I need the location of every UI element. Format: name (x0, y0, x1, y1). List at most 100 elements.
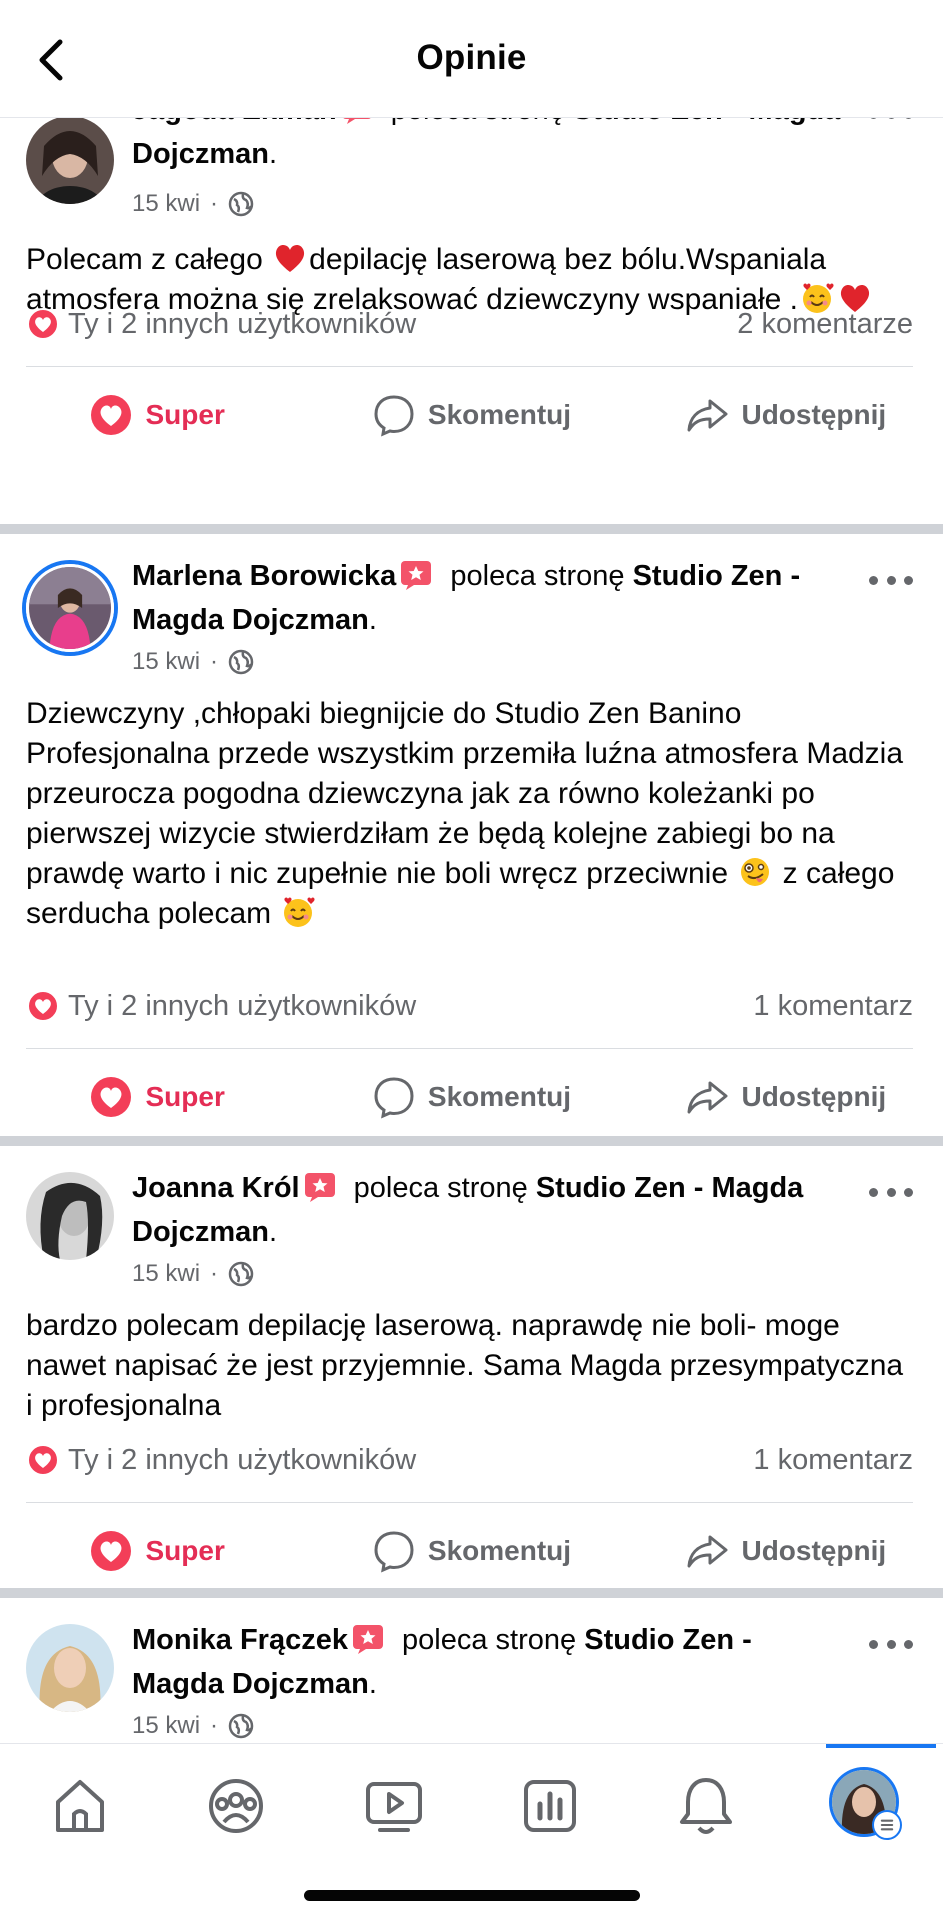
post-text-part: Polecam z całego (26, 243, 263, 276)
avatar[interactable] (26, 1624, 114, 1712)
comment-count[interactable]: 1 komentarz (753, 990, 913, 1023)
nav-insights[interactable] (518, 1774, 582, 1838)
love-reaction-icon (91, 1531, 132, 1571)
meta-dot: · (210, 648, 219, 675)
comment-label: Skomentuj (427, 399, 572, 430)
review-post: Monika Frączek poleca stronę Studio Zen … (0, 1598, 943, 1748)
profile-menu-avatar[interactable] (832, 1770, 902, 1840)
love-reaction-icon (91, 395, 132, 435)
recommend-badge-icon (401, 561, 432, 590)
share-arrow-icon (687, 1535, 728, 1568)
share-label: Udostępnij (741, 1535, 887, 1566)
post-date[interactable]: 15 kwi (132, 190, 200, 218)
page-name-link[interactable]: Studio Zen - (536, 1172, 704, 1204)
meta-dot: · (210, 1260, 219, 1287)
recommend-verb: poleca stronę (450, 560, 625, 592)
more-options-button[interactable] (869, 1182, 913, 1202)
video-icon (366, 1782, 422, 1832)
red-heart-emoji-icon (276, 244, 305, 272)
super-reaction-button[interactable]: Super (0, 1075, 314, 1119)
globe-icon (228, 1713, 254, 1739)
share-arrow-icon (687, 399, 728, 432)
post-meta: 15 kwi · (132, 1260, 254, 1288)
reactions-text: Ty i 2 innych użytkowników (68, 989, 417, 1022)
recommend-verb: poleca stronę (353, 1172, 528, 1204)
page-name-link[interactable]: Studio (584, 1624, 674, 1656)
author-name[interactable]: Joanna Król (132, 1172, 300, 1204)
divider (26, 1502, 913, 1503)
post-date[interactable]: 15 kwi (132, 1260, 200, 1288)
reaction-summary[interactable]: Ty i 2 innych użytkowników (26, 989, 416, 1023)
recommend-verb: poleca stronę (402, 1624, 577, 1656)
globe-icon (228, 1261, 254, 1287)
comment-count[interactable]: 2 komentarze (737, 308, 913, 341)
post-text-part: bardzo polecam depilację laserową. napra… (26, 1309, 904, 1422)
share-arrow-icon (687, 1081, 728, 1114)
comment-label: Skomentuj (427, 1535, 572, 1566)
more-options-button[interactable] (869, 1634, 913, 1654)
recommend-badge-icon (352, 1625, 383, 1654)
share-button[interactable]: Udostępnij (629, 1529, 943, 1573)
nav-notifications[interactable] (674, 1774, 738, 1838)
comment-button[interactable]: Skomentuj (314, 393, 628, 437)
post-separator (0, 524, 943, 534)
comment-bubble-icon (374, 1077, 414, 1119)
author-name[interactable]: Marlena Borowicka (132, 560, 396, 592)
post-header: Marlena Borowicka poleca stronę Studio Z… (132, 560, 801, 636)
post-meta: 15 kwi · (132, 1712, 254, 1740)
post-separator (0, 1588, 943, 1598)
share-button[interactable]: Udostępnij (629, 1075, 943, 1119)
review-post: Marlena Borowicka poleca stronę Studio Z… (0, 534, 943, 1140)
super-reaction-button[interactable]: Super (0, 1529, 314, 1573)
share-button[interactable]: Udostępnij (629, 393, 943, 437)
avatar[interactable] (26, 1172, 114, 1260)
super-label: Super (145, 399, 225, 430)
author-name[interactable]: Monika Frączek (132, 1624, 348, 1656)
post-separator (0, 1136, 943, 1146)
nav-groups[interactable] (204, 1774, 268, 1838)
post-text: bardzo polecam depilację laserową. napra… (26, 1306, 913, 1426)
review-post: Jagoda Ekman poleca stronę Studio Zen - … (0, 90, 943, 528)
reaction-summary[interactable]: Ty i 2 innych użytkowników (26, 1443, 416, 1477)
app-screen: Jagoda Ekman poleca stronę Studio Zen - … (0, 0, 943, 1917)
reactions-text: Ty i 2 innych użytkowników (68, 1443, 417, 1476)
post-date[interactable]: 15 kwi (132, 648, 200, 676)
avatar[interactable] (26, 564, 114, 652)
comment-button[interactable]: Skomentuj (314, 1075, 628, 1119)
reactions-bar: Ty i 2 innych użytkowników 1 komentarz (26, 1440, 913, 1480)
divider (26, 366, 913, 367)
super-label: Super (145, 1535, 225, 1566)
menu-icon (872, 1810, 902, 1840)
meta-dot: · (210, 190, 219, 217)
comment-count[interactable]: 1 komentarz (753, 1444, 913, 1477)
insights-icon (524, 1780, 576, 1832)
more-options-button[interactable] (869, 570, 913, 590)
post-text: Dziewczyny ,chłopaki biegnijcie do Studi… (26, 694, 913, 934)
review-post: Joanna Król poleca stronę Studio Zen - M… (0, 1146, 943, 1586)
divider (26, 1048, 913, 1049)
post-header: Monika Frączek poleca stronę Studio Zen … (132, 1624, 752, 1700)
comment-button[interactable]: Skomentuj (314, 1529, 628, 1573)
love-reaction-icon (27, 308, 59, 340)
comment-label: Skomentuj (427, 1081, 572, 1112)
reactions-bar: Ty i 2 innych użytkowników 1 komentarz (26, 986, 913, 1026)
home-icon (56, 1780, 104, 1832)
top-bar: Opinie (0, 0, 943, 118)
home-indicator (304, 1890, 640, 1901)
post-header: Joanna Król poleca stronę Studio Zen - M… (132, 1172, 804, 1248)
love-reaction-icon (91, 1077, 132, 1117)
reaction-summary[interactable]: Ty i 2 innych użytkowników (26, 307, 416, 341)
super-reaction-button[interactable]: Super (0, 393, 314, 437)
page-title: Opinie (416, 38, 527, 77)
globe-icon (228, 649, 254, 675)
active-tab-indicator (826, 1744, 936, 1748)
nav-home[interactable] (48, 1774, 112, 1838)
post-date[interactable]: 15 kwi (132, 1712, 200, 1740)
post-meta: 15 kwi · (132, 648, 254, 676)
avatar[interactable] (26, 116, 114, 204)
zany-face-emoji-icon (741, 858, 770, 886)
smiling-face-with-hearts-emoji-icon (284, 897, 316, 927)
post-meta: 15 kwi · (132, 190, 254, 218)
nav-video[interactable] (362, 1774, 426, 1838)
love-reaction-icon (27, 1444, 59, 1476)
